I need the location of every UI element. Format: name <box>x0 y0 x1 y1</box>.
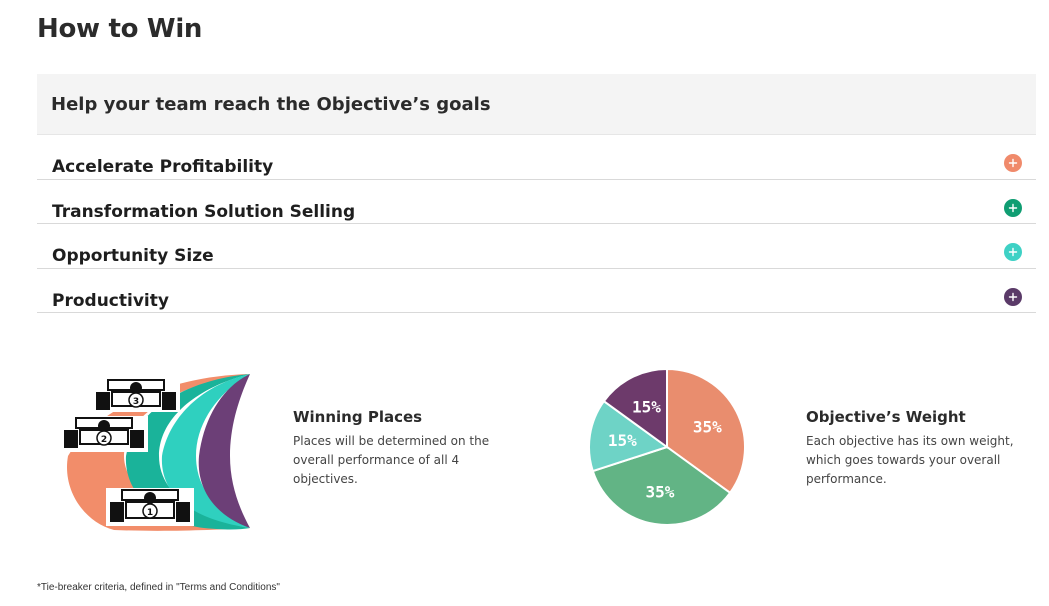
objective-row-productivity[interactable]: Productivity <box>37 269 1036 313</box>
banner-title: Help your team reach the Objective’s goa… <box>51 94 491 115</box>
winning-places-title: Winning Places <box>293 408 423 426</box>
objectives-accordion: Accelerate Profitability Transformation … <box>37 135 1036 313</box>
podium-place-1: 1 <box>147 508 153 518</box>
page-title: How to Win <box>37 14 203 44</box>
objective-weight-description: Each objective has its own weight, which… <box>806 434 1014 486</box>
podium-place-3: 3 <box>133 397 139 407</box>
objective-label: Opportunity Size <box>52 246 214 266</box>
race-cars-podium-icon: 3 2 1 <box>54 372 256 532</box>
podium-place-2: 2 <box>101 435 107 445</box>
objective-weight-title: Objective’s Weight <box>806 408 966 426</box>
objective-label: Productivity <box>52 290 169 311</box>
objectives-banner: Help your team reach the Objective’s goa… <box>37 74 1036 135</box>
objective-weight-pie-chart: 35% 35% 15% 15% <box>588 367 746 526</box>
winning-places-description: Places will be determined on the overall… <box>293 434 490 486</box>
expand-plus-icon[interactable] <box>1004 198 1022 217</box>
pie-slice-label: 35% <box>693 417 722 436</box>
pie-slice-label: 15% <box>632 398 661 417</box>
expand-plus-icon[interactable] <box>1004 154 1022 172</box>
expand-plus-icon[interactable] <box>1004 243 1022 261</box>
objective-row-opportunity-size[interactable]: Opportunity Size <box>37 224 1036 269</box>
tie-breaker-footnote: *Tie-breaker criteria, defined in "Terms… <box>37 582 280 593</box>
objective-row-accelerate-profitability[interactable]: Accelerate Profitability <box>37 135 1036 180</box>
objective-label: Accelerate Profitability <box>52 157 274 177</box>
pie-slice-label: 15% <box>608 431 637 450</box>
objective-label: Transformation Solution Selling <box>52 201 356 222</box>
objective-row-transformation-solution-selling[interactable]: Transformation Solution Selling <box>37 180 1036 224</box>
expand-plus-icon[interactable] <box>1004 287 1022 306</box>
pie-slice-label: 35% <box>645 483 674 502</box>
